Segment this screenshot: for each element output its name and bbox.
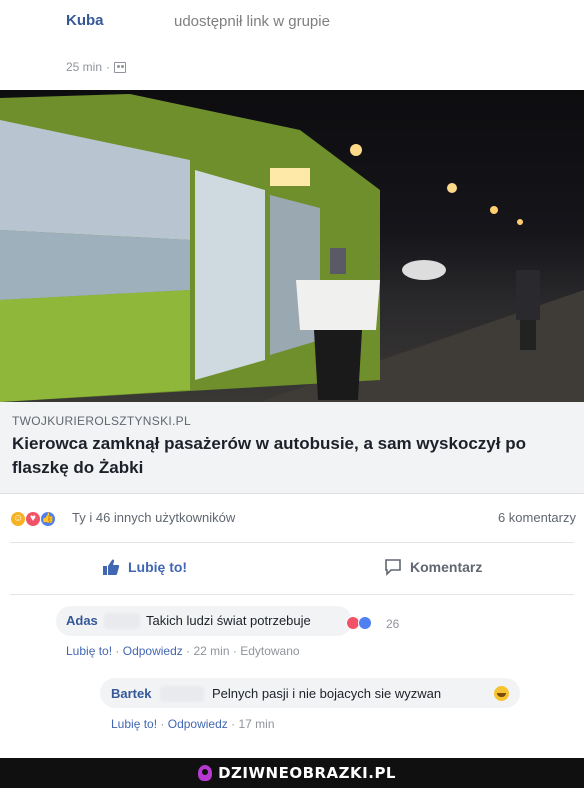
street-light [517,219,523,225]
link-domain: TWOJKURIEROLSZTYNSKI.PL [12,414,191,428]
like-icon[interactable]: 👍 [40,511,56,527]
love-icon[interactable]: ♥ [25,511,41,527]
comment-author[interactable]: Bartek [111,686,151,701]
divider [10,594,574,595]
street-light [490,206,498,214]
comment-time[interactable]: 17 min [238,717,274,731]
watermark-bar: DZIWNEOBRAZKI.PL [0,758,584,788]
comment-actions: Lubię to! · Odpowiedz · 22 min · Edytowa… [66,644,300,658]
separator-dot: · [106,60,111,74]
bus-lower-panel [0,290,190,402]
comment-button[interactable]: Komentarz [384,558,482,576]
bus-window [0,230,190,300]
driver-trousers [314,330,362,400]
link-preview[interactable]: TWOJKURIEROLSZTYNSKI.PL Kierowca zamknął… [0,402,584,494]
action-bar: Lubię to! Komentarz [0,548,584,588]
like-icon[interactable] [358,616,372,630]
watermark: DZIWNEOBRAZKI.PL [198,764,396,782]
comment-like-link[interactable]: Lubię to! [66,644,112,658]
reactions-summary[interactable]: Ty i 46 innych użytkowników [72,510,235,525]
blurred-face [330,248,346,274]
haha-icon[interactable]: ☺ [10,511,26,527]
street-light [350,144,362,156]
comment-label: Komentarz [410,559,483,575]
share-text: udostępnił link w grupie [174,13,330,30]
smile-emoji-icon [494,686,509,701]
comment-reply-link[interactable]: Odpowiedz [168,717,228,731]
comment-text: Takich ludzi świat potrzebuje [146,613,311,628]
comment: Adas Takich ludzi świat potrzebuje 26 Lu… [0,604,584,664]
group-icon [114,61,127,73]
link-title[interactable]: Kierowca zamknął pasażerów w autobusie, … [12,432,572,480]
like-button[interactable]: Lubię to! [102,558,187,576]
comment-reaction-count[interactable]: 26 [386,617,399,631]
blurred-surname [104,613,140,629]
driver-shirt [296,280,380,330]
comment-author[interactable]: Adas [66,613,98,628]
street-light [447,183,457,193]
comment-like-link[interactable]: Lubię to! [111,717,157,731]
post-author[interactable]: Kuba [66,12,104,29]
comments-count[interactable]: 6 komentarzy [498,510,576,525]
pedestrian-legs [520,320,536,350]
separator-dot: · [160,717,168,731]
post-time[interactable]: 25 min [66,60,102,74]
post-header: Kuba udostępnił link w grupie 25 min · [0,0,584,90]
watermark-text: DZIWNEOBRAZKI.PL [218,764,396,782]
link-photo[interactable] [0,90,584,402]
comment-edited[interactable]: Edytowano [240,644,299,658]
pedestrian [516,270,540,320]
car-headlight [402,260,446,280]
comment-reply-link[interactable]: Odpowiedz [123,644,183,658]
blurred-surname [160,686,204,702]
thumbs-up-icon [103,559,120,575]
divider [10,542,574,543]
bus-night-photo [0,94,584,402]
comment-time[interactable]: 22 min [193,644,229,658]
bus-sign [270,168,310,186]
bus-door [195,170,265,380]
bus-window [270,195,320,355]
comment-text: Pelnych pasji i nie bojacych sie wyzwan [212,686,442,701]
like-label: Lubię to! [128,559,188,575]
reactions-row: 👍 ♥ ☺ Ty i 46 innych użytkowników 6 kome… [0,500,584,536]
post-meta: 25 min · [66,60,127,74]
comment-reply: Bartek Pelnych pasji i nie bojacych sie … [0,674,584,738]
watermark-logo-icon [198,765,213,781]
separator-dot: · [115,644,123,658]
comment-actions: Lubię to! · Odpowiedz · 17 min [111,717,275,731]
comment-icon [385,559,401,576]
